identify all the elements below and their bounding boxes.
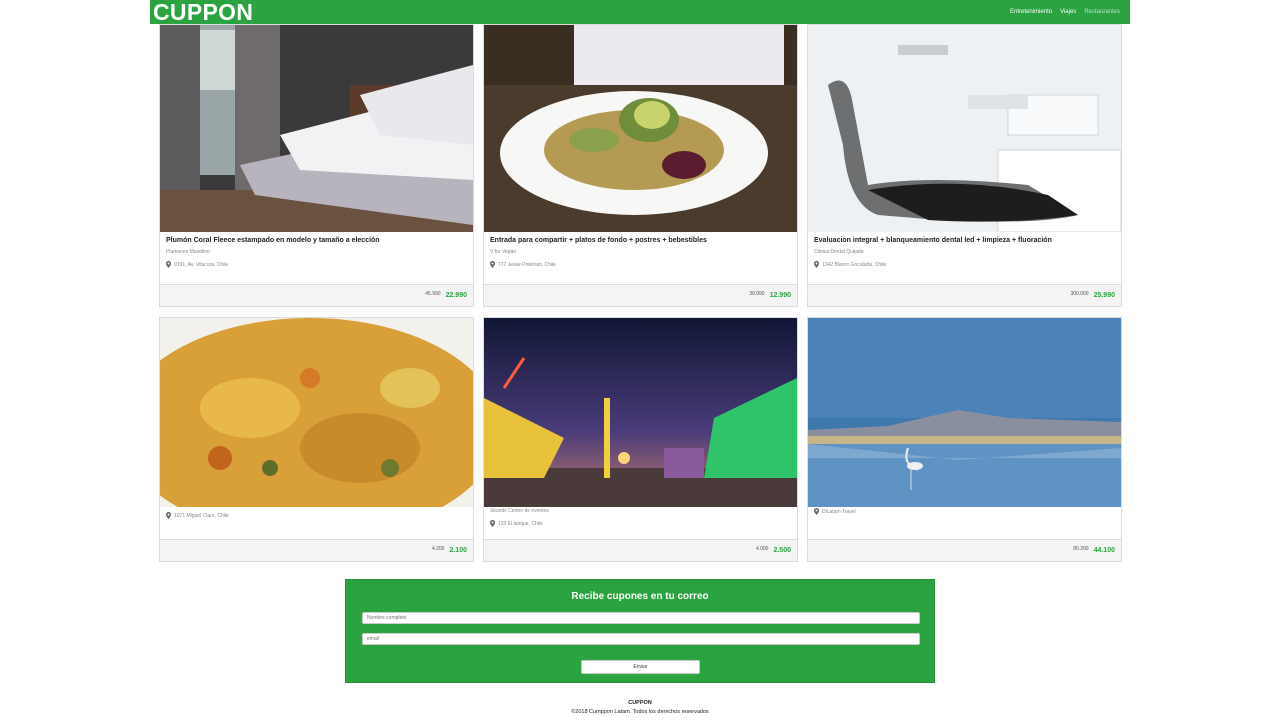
deal-location: 1342 Blanco Encalada, Chile: [814, 261, 1115, 268]
deal-image-flamingo-lake[interactable]: [808, 318, 1121, 507]
page-footer: CUPPON ©2018 Cumppon Latam. Todos los de…: [150, 700, 1130, 715]
deal-new-price: 25.990: [1093, 292, 1115, 299]
deal-image-scrambled-food[interactable]: [160, 318, 473, 507]
deal-new-price: 44.100: [1093, 547, 1115, 554]
deal-new-price: 22.990: [445, 292, 467, 299]
deal-image-dental-chair[interactable]: [808, 25, 1121, 232]
deal-company: Plumones Manolino: [166, 249, 210, 255]
deal-company: V for Vegan: [490, 249, 517, 255]
deal-price-bar: 30.990 12.990: [484, 284, 797, 306]
deal-location-text: 9191, Av. Vitacura, Chile: [174, 261, 229, 268]
deal-card[interactable]: Skunds Centro de eventos 133 El lanque, …: [483, 317, 798, 562]
location-pin-icon: [814, 261, 819, 268]
deal-location: 9191, Av. Vitacura, Chile: [166, 261, 467, 268]
deal-company: Clinica Dental Quijada: [814, 249, 864, 255]
nav-menu: Entretenimiento Viajes Restaurantes: [1010, 9, 1120, 15]
nav-link-entretenimiento[interactable]: Entretenimiento: [1010, 9, 1052, 15]
location-pin-icon: [166, 512, 171, 519]
email-input[interactable]: [362, 633, 920, 645]
deal-card[interactable]: 1071 Miguel Claro, Chile 4.200 2.100: [159, 317, 474, 562]
location-pin-icon: [166, 261, 171, 268]
top-navbar: CUPPON Entretenimiento Viajes Restaurant…: [150, 0, 1130, 24]
deal-price-bar: 4.200 2.100: [160, 539, 473, 561]
footer-copyright: ©2018 Cumppon Latam. Todos los derechos …: [571, 709, 709, 715]
deal-location: 133 El lanque, Chile: [490, 520, 791, 527]
name-input[interactable]: [362, 612, 920, 624]
deal-title[interactable]: Evaluacion integral + blanqueamiento den…: [814, 236, 1115, 246]
deal-location-text: 777 Jesse Pinkman, Chile: [498, 261, 556, 268]
location-pin-icon: [814, 508, 819, 515]
location-pin-icon: [490, 520, 495, 527]
deal-title[interactable]: Entrada para compartir + platos de fondo…: [490, 236, 791, 246]
deal-price-bar: 80.200 44.100: [808, 539, 1121, 561]
deal-image-fair-rides[interactable]: [484, 318, 797, 507]
deal-old-price: 80.200: [1073, 545, 1089, 552]
submit-button[interactable]: Enviar: [581, 660, 700, 674]
deal-location-text: 1342 Blanco Encalada, Chile: [822, 261, 887, 268]
deal-new-price: 12.990: [769, 292, 791, 299]
deal-price-bar: 45.990 22.990: [160, 284, 473, 306]
site-logo[interactable]: CUPPON: [153, 0, 253, 24]
deal-price-bar: 4.000 2.500: [484, 539, 797, 561]
deal-image-salad-plate[interactable]: [484, 25, 797, 232]
deal-old-price: 45.990: [425, 290, 441, 297]
deal-old-price: 300.000: [1070, 290, 1089, 297]
deal-location-text: 133 El lanque, Chile: [498, 520, 543, 527]
deal-new-price: 2.500: [773, 547, 791, 554]
nav-link-restaurantes[interactable]: Restaurantes: [1084, 9, 1120, 15]
deal-old-price: 4.000: [755, 545, 769, 552]
deal-company: Skunds Centro de eventos: [490, 508, 549, 514]
deal-card[interactable]: Evaluacion integral + blanqueamiento den…: [807, 24, 1122, 307]
deal-location: 777 Jesse Pinkman, Chile: [490, 261, 791, 268]
deal-new-price: 2.100: [449, 547, 467, 554]
deal-card[interactable]: DiLatam Travel 80.200 44.100: [807, 317, 1122, 562]
page: CUPPON Entretenimiento Viajes Restaurant…: [150, 0, 1130, 720]
deal-location: 1071 Miguel Claro, Chile: [166, 512, 467, 519]
location-pin-icon: [490, 261, 495, 268]
deal-location-text: 1071 Miguel Claro, Chile: [174, 512, 229, 519]
deal-old-price: 30.990: [749, 290, 765, 297]
deal-image-bedroom[interactable]: [160, 25, 473, 232]
deal-location: DiLatam Travel: [814, 508, 1115, 515]
deal-location-text: DiLatam Travel: [822, 508, 856, 515]
newsletter-title: Recibe cupones en tu correo: [571, 591, 709, 602]
deal-old-price: 4.200: [431, 545, 445, 552]
deal-card[interactable]: Plumón Coral Fleece estampado en modelo …: [159, 24, 474, 307]
newsletter-box: Recibe cupones en tu correo Enviar: [345, 579, 935, 683]
deal-card[interactable]: Entrada para compartir + platos de fondo…: [483, 24, 798, 307]
deal-price-bar: 300.000 25.990: [808, 284, 1121, 306]
deal-title[interactable]: Plumón Coral Fleece estampado en modelo …: [166, 236, 467, 246]
nav-link-viajes[interactable]: Viajes: [1060, 9, 1076, 15]
footer-brand: CUPPON: [628, 700, 652, 706]
